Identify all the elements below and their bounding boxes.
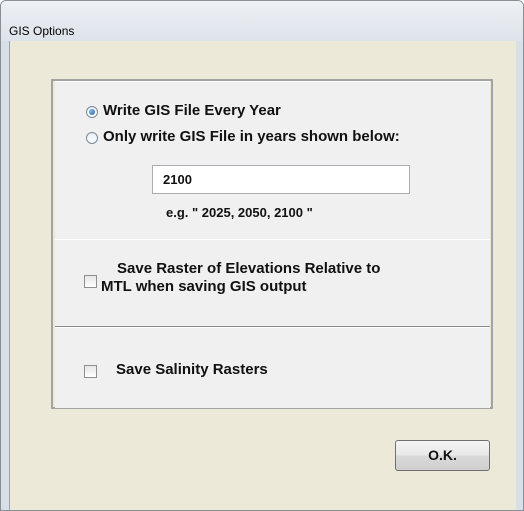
save-salinity-rasters-label[interactable]: Save Salinity Rasters bbox=[116, 361, 268, 378]
window-title: GIS Options bbox=[9, 24, 75, 38]
save-raster-elevations-label-line1[interactable]: Save Raster of Elevations Relative to bbox=[117, 260, 380, 277]
only-selected-years-label[interactable]: Only write GIS File in years shown below… bbox=[103, 128, 400, 145]
salinity-panel: Save Salinity Rasters bbox=[55, 327, 490, 408]
raster-elevations-panel: Save Raster of Elevations Relative to MT… bbox=[55, 239, 490, 328]
radio-selected-dot bbox=[89, 109, 95, 115]
save-salinity-rasters-checkbox[interactable] bbox=[84, 365, 97, 378]
save-raster-elevations-label-line2[interactable]: MTL when saving GIS output bbox=[101, 278, 307, 295]
years-input[interactable] bbox=[152, 165, 410, 194]
options-group: Write GIS File Every Year Only write GIS… bbox=[51, 79, 493, 409]
years-hint: e.g. " 2025, 2050, 2100 " bbox=[166, 205, 313, 220]
gis-file-panel: Write GIS File Every Year Only write GIS… bbox=[55, 81, 490, 241]
save-raster-elevations-checkbox[interactable] bbox=[84, 275, 97, 288]
write-every-year-label[interactable]: Write GIS File Every Year bbox=[103, 102, 281, 119]
dialog-client-area: Write GIS File Every Year Only write GIS… bbox=[9, 41, 516, 510]
write-every-year-radio[interactable] bbox=[86, 106, 98, 118]
gis-options-dialog: GIS Options Write GIS File Every Year On… bbox=[0, 0, 524, 511]
title-bar[interactable]: GIS Options bbox=[1, 1, 523, 41]
ok-button[interactable]: O.K. bbox=[395, 440, 490, 471]
only-selected-years-radio[interactable] bbox=[86, 132, 98, 144]
